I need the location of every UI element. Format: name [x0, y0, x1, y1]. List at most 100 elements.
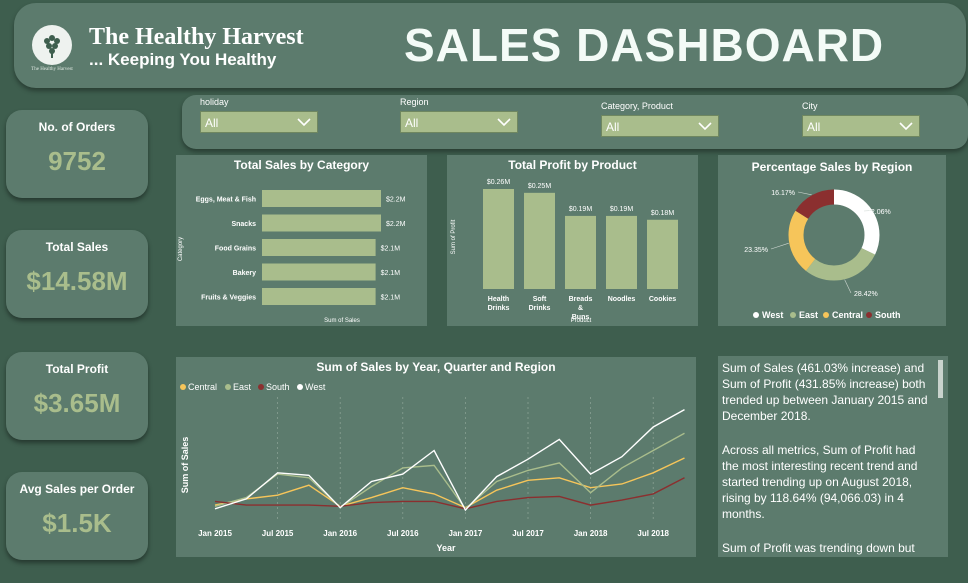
- slicer-label: Category, Product: [601, 101, 673, 111]
- legend-label: Central: [188, 382, 217, 392]
- category-tick-label: Eggs, Meat & Fish: [196, 197, 256, 204]
- kpi-card-avg-sales: Avg Sales per Order $1.5K: [6, 472, 148, 560]
- legend-label: South: [266, 382, 290, 392]
- product-bar: [483, 189, 514, 289]
- chevron-down-icon: [899, 122, 913, 131]
- bar-data-label: $2.1M: [381, 295, 401, 302]
- legend-label: West: [762, 310, 783, 320]
- slicer-holiday: holiday All: [200, 97, 318, 133]
- chevron-down-icon: [698, 122, 712, 131]
- product-tick-label: Noodles: [608, 296, 636, 303]
- kpi-label: Avg Sales per Order: [19, 482, 135, 496]
- slice-leader-line: [844, 279, 852, 294]
- brand-logo: [32, 25, 72, 65]
- bar-data-label: $0.19M: [610, 206, 634, 213]
- category-bar: [262, 239, 376, 256]
- profit-by-product-panel: Total Profit by Product Sum of Profit Pro…: [447, 155, 698, 326]
- kpi-card-profit: Total Profit $3.65M: [6, 352, 148, 440]
- sales-trend-panel: Sum of Sales by Year, Quarter and Region…: [176, 357, 696, 557]
- x-axis-label: Year: [436, 543, 456, 553]
- kpi-value: $1.5K: [42, 508, 112, 538]
- slice-leader-line: [797, 191, 812, 196]
- x-tick-label: Jul 2018: [637, 529, 669, 538]
- x-tick-label: Jan 2015: [198, 529, 232, 538]
- profit-by-product-chart: Sum of ProfitProduct$0.26MHealth Drinks$0…: [451, 179, 678, 324]
- sales-by-region-chart: 32.06% 28.42% 23.35% 16.17% West East Central S…: [744, 189, 901, 320]
- brand-tagline: ... Keeping You Healthy: [89, 50, 277, 69]
- y-axis-label: Sum of Profit: [451, 219, 457, 254]
- category-tick-label: Bakery: [233, 270, 256, 277]
- sales-by-region-panel: Percentage Sales by Region 32.06% 28.42% 2…: [718, 155, 946, 326]
- slicer-label: Region: [400, 97, 429, 107]
- product-bar: [565, 215, 596, 289]
- slice-data-label: 16.17%: [771, 190, 795, 197]
- bar-data-label: $0.19M: [569, 206, 593, 213]
- legend-label: East: [799, 310, 818, 320]
- sales-by-category-panel: Total Sales by Category Category Sum of S…: [176, 155, 427, 326]
- series-line: [214, 457, 685, 509]
- product-tick-label: Cookies: [649, 296, 676, 303]
- kpi-value: 9752: [48, 146, 106, 176]
- leaf-emblem-icon: [33, 26, 71, 64]
- product-bar: [524, 192, 555, 289]
- chevron-down-icon: [497, 118, 511, 127]
- kpi-value: $14.58M: [26, 266, 128, 296]
- slicer-label: City: [802, 101, 818, 111]
- slicer-label: holiday: [200, 97, 229, 107]
- slice-leader-line: [770, 242, 789, 250]
- insight-paragraph: Sum of Sales (461.03% increase) and Sum …: [722, 361, 928, 423]
- insight-paragraph: Across all metrics, Sum of Profit had th…: [722, 443, 918, 521]
- slicer-category-product: Category, Product All: [601, 101, 719, 137]
- product-tick-label: Health Drinks: [488, 296, 510, 312]
- legend-marker: [790, 312, 796, 318]
- category-product-dropdown[interactable]: All: [601, 115, 719, 137]
- slice-data-label: 28.42%: [854, 291, 878, 298]
- insights-scrollbar[interactable]: [938, 360, 943, 398]
- smart-narrative-panel[interactable]: Sum of Sales (461.03% increase) and Sum …: [718, 356, 948, 557]
- bar-data-label: $0.25M: [528, 183, 552, 190]
- kpi-value: $3.65M: [33, 388, 121, 418]
- legend-marker: [180, 384, 186, 390]
- city-dropdown[interactable]: All: [802, 115, 920, 137]
- legend-marker: [225, 384, 231, 390]
- legend-marker: [297, 384, 303, 390]
- holiday-dropdown[interactable]: All: [200, 111, 318, 133]
- bar-data-label: $0.18M: [651, 210, 675, 217]
- category-tick-label: Food Grains: [215, 246, 256, 253]
- legend-marker: [753, 312, 759, 318]
- dropdown-value: All: [606, 120, 620, 134]
- kpi-label: Total Profit: [45, 362, 109, 376]
- dropdown-value: All: [807, 120, 821, 134]
- kpi-label: Total Sales: [45, 240, 109, 254]
- brand-name: The Healthy Harvest: [89, 24, 304, 50]
- logo-caption: The Healthy Harvest: [31, 67, 73, 72]
- bar-data-label: $0.26M: [487, 179, 511, 186]
- legend-label: West: [305, 382, 326, 392]
- dropdown-value: All: [405, 116, 419, 130]
- category-bar: [262, 288, 376, 305]
- bar-data-label: $2.1M: [381, 246, 401, 253]
- x-tick-label: Jul 2015: [262, 529, 294, 538]
- series-line: [214, 408, 685, 512]
- slice-data-label: 32.06%: [867, 209, 891, 216]
- product-bar: [606, 215, 637, 289]
- legend-label: South: [875, 310, 901, 320]
- bar-data-label: $2.2M: [386, 221, 406, 228]
- category-tick-label: Fruits & Veggies: [201, 295, 256, 302]
- product-bar: [647, 219, 678, 289]
- category-bar: [262, 190, 381, 207]
- legend-label: Central: [832, 310, 863, 320]
- legend-marker: [823, 312, 829, 318]
- x-tick-label: Jan 2018: [574, 529, 608, 538]
- sales-by-category-chart: Category Sum of Sales Eggs, Meat & Fish $2.…: [178, 190, 406, 324]
- slice-data-label: 23.35%: [744, 247, 768, 254]
- dashboard-title: SALES DASHBOARD: [404, 19, 885, 71]
- insight-paragraph: Sum of Profit was trending down but: [722, 541, 915, 555]
- product-tick-label: Soft Drinks: [529, 296, 551, 312]
- category-bar: [262, 214, 381, 232]
- region-dropdown[interactable]: All: [400, 111, 518, 133]
- sales-trend-chart: Jan 2015 Jul 2015 Jan 2016 Jul 2016 Jan 2017…: [180, 382, 685, 553]
- legend-label: East: [233, 382, 252, 392]
- legend-marker: [866, 312, 872, 318]
- chevron-down-icon: [297, 118, 311, 127]
